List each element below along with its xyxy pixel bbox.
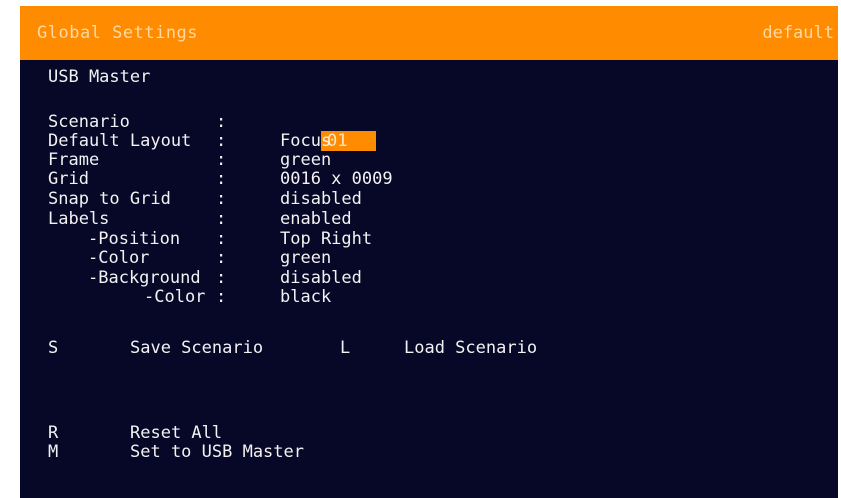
setting-separator: : [216, 209, 227, 229]
setting-separator: : [216, 131, 227, 151]
setting-separator: : [216, 268, 227, 288]
setting-label-labels: Labels [48, 209, 110, 229]
reset-key: R [48, 423, 59, 443]
setting-value-labels[interactable]: enabled [280, 210, 352, 229]
setting-label-grid: Grid [48, 169, 89, 189]
setting-separator: : [216, 169, 227, 189]
profile-name: default [762, 23, 834, 43]
setting-value-background[interactable]: disabled [280, 269, 362, 288]
setting-separator: : [216, 287, 227, 307]
setting-value-frame[interactable]: green [280, 151, 331, 170]
section-title: USB Master [48, 67, 151, 87]
setting-label-position: -Position [88, 229, 181, 249]
setting-separator: : [216, 150, 227, 170]
load-key: L [340, 338, 351, 358]
setting-value-background-color[interactable]: black [280, 288, 331, 307]
set-usb-master-command[interactable]: Set to USB Master [130, 443, 304, 462]
setting-label-label-color: -Color [88, 248, 150, 268]
setting-separator: : [216, 189, 227, 209]
setting-label-default-layout: Default Layout [48, 131, 192, 151]
setting-value-label-color[interactable]: green [280, 249, 331, 268]
settings-screen: Global Settings default USB Master Scena… [20, 6, 838, 498]
setting-separator: : [216, 229, 227, 249]
setting-value-grid[interactable]: 0016 x 0009 [280, 170, 393, 189]
setting-separator: : [216, 112, 227, 132]
save-key: S [48, 338, 59, 358]
setting-value-default-layout[interactable]: Focus [280, 132, 331, 151]
setting-value-snap-to-grid[interactable]: disabled [280, 190, 362, 209]
save-scenario-command[interactable]: Save Scenario [130, 339, 263, 358]
setting-label-background-color: -Color [144, 287, 206, 307]
setting-label-scenario: Scenario [48, 112, 130, 132]
reset-all-command[interactable]: Reset All [130, 424, 222, 443]
setting-label-snap-to-grid: Snap to Grid [48, 189, 171, 209]
page-title: Global Settings [37, 23, 199, 43]
setting-label-background: -Background [88, 268, 201, 288]
setting-value-position[interactable]: Top Right [280, 230, 372, 249]
load-scenario-command[interactable]: Load Scenario [404, 339, 537, 358]
usb-master-key: M [48, 442, 59, 462]
title-bar: Global Settings default [20, 6, 838, 60]
setting-label-frame: Frame [48, 150, 100, 170]
setting-separator: : [216, 248, 227, 268]
